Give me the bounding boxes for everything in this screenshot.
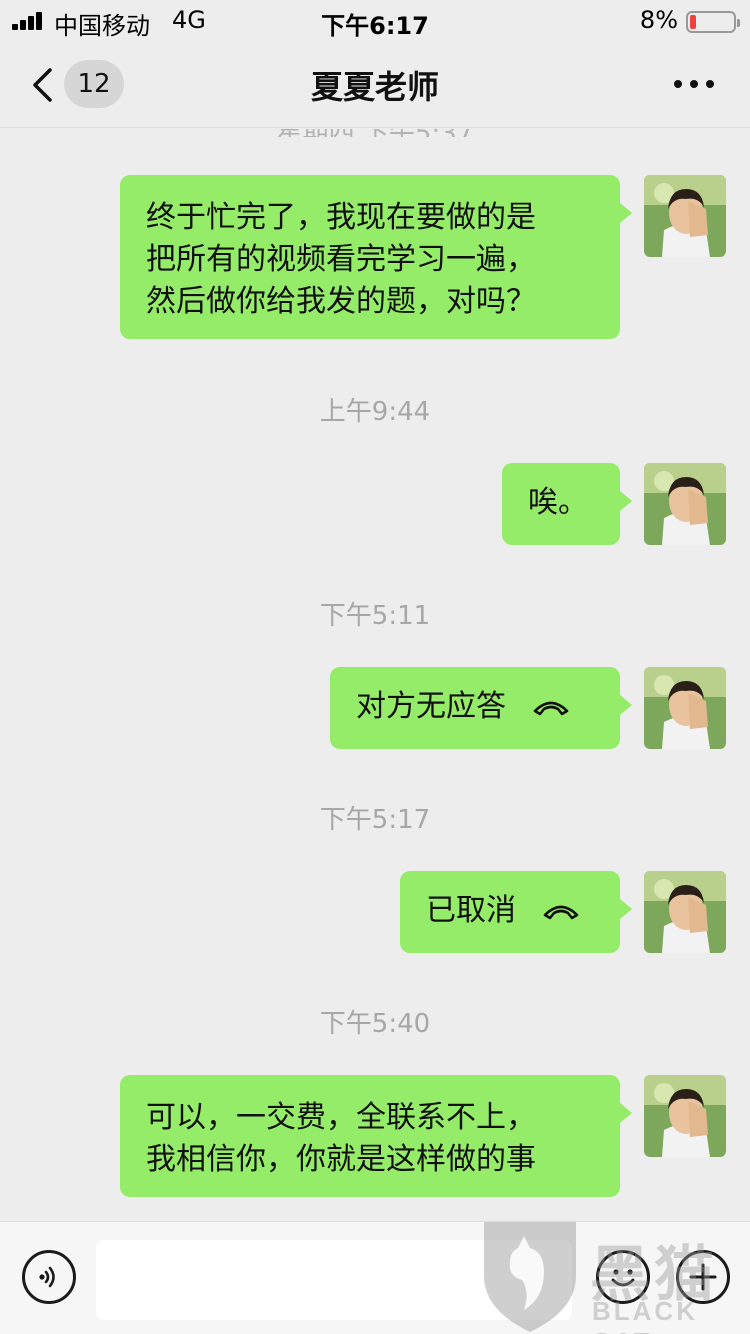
message-timestamp: 下午5:40 xyxy=(319,1009,431,1039)
message-line: 把所有的视频看完学习一遍， xyxy=(146,242,536,277)
call-status-text: 对方无应答 xyxy=(356,689,506,724)
avatar[interactable] xyxy=(644,667,726,749)
avatar[interactable] xyxy=(644,1075,726,1157)
call-status-text: 已取消 xyxy=(426,893,516,928)
call-status-bubble[interactable]: 已取消 xyxy=(400,871,632,953)
emoji-icon[interactable] xyxy=(596,1250,650,1304)
message-line: 终于忙完了，我现在要做的是 xyxy=(146,200,536,235)
message-timestamp: 下午5:11 xyxy=(319,601,431,631)
message-input[interactable] xyxy=(96,1240,572,1320)
message-bubble[interactable]: 可以，一交费，全联系不上， 我相信你，你就是这样做的事 xyxy=(120,1075,632,1197)
message-timestamp: 下午5:17 xyxy=(319,805,431,835)
message-bubble[interactable]: 唉。 xyxy=(502,463,632,545)
plus-icon[interactable] xyxy=(676,1250,730,1304)
message-line: 可以，一交费，全联系不上， xyxy=(146,1100,536,1135)
avatar[interactable] xyxy=(644,463,726,545)
status-time: 下午6:17 xyxy=(321,12,429,40)
message-list[interactable]: 星期四 下午5:37 终于忙完了，我现在要做的是 把所有的视频看完学习一遍， 然… xyxy=(0,129,750,1220)
hang-up-phone-icon xyxy=(543,905,579,920)
message-line: 然后做你给我发的题，对吗？ xyxy=(146,284,536,319)
contact-name-title: 夏夏老师 xyxy=(310,68,439,106)
message-bubble[interactable]: 终于忙完了，我现在要做的是 把所有的视频看完学习一遍， 然后做你给我发的题，对吗… xyxy=(120,175,632,339)
battery-icon xyxy=(686,11,740,33)
battery-percentage: 8% xyxy=(639,6,678,34)
message-input-bar xyxy=(0,1221,750,1334)
message-timestamp: 上午9:44 xyxy=(319,397,431,427)
status-bar: 中国移动 4G 下午6:17 8% xyxy=(0,0,750,40)
message-line: 唉。 xyxy=(528,485,588,520)
message-line: 我相信你，你就是这样做的事 xyxy=(146,1142,536,1177)
chat-header: 12 夏夏老师 xyxy=(0,40,750,128)
more-dots-icon[interactable] xyxy=(674,80,714,90)
voice-icon[interactable] xyxy=(22,1250,76,1304)
avatar[interactable] xyxy=(644,871,726,953)
hang-up-phone-icon xyxy=(533,701,569,716)
timestamp-partial: 星期四 下午5:37 xyxy=(250,129,500,137)
call-status-bubble[interactable]: 对方无应答 xyxy=(330,667,632,749)
avatar[interactable] xyxy=(644,175,726,257)
